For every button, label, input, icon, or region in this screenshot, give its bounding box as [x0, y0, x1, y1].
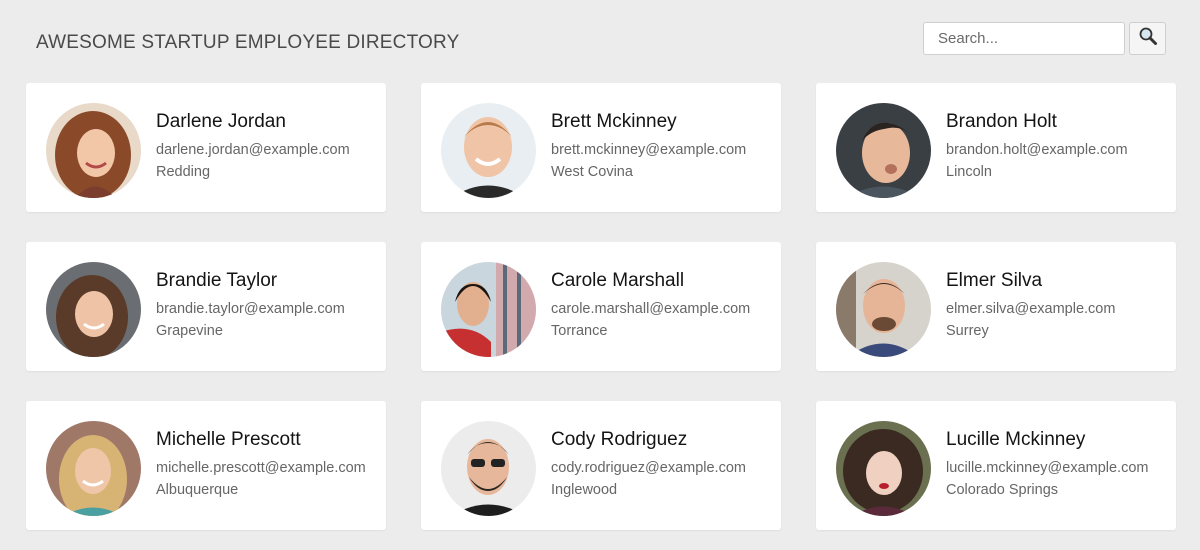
employee-directory-page: AWESOME STARTUP EMPLOYEE DIRECTORY Searc… — [0, 0, 1200, 550]
employee-card[interactable]: Darlene Jordan darlene.jordan@example.co… — [26, 83, 386, 212]
page-title: AWESOME STARTUP EMPLOYEE DIRECTORY — [36, 32, 460, 53]
employee-city: Surrey — [946, 323, 989, 339]
employee-email: carole.marshall@example.com — [551, 301, 751, 317]
avatar — [836, 421, 931, 516]
search-button[interactable] — [1129, 22, 1166, 55]
employee-name: Brett Mckinney — [551, 111, 677, 132]
employee-name: Brandie Taylor — [156, 270, 278, 291]
employee-city: Lincoln — [946, 164, 992, 180]
employee-name: Michelle Prescott — [156, 429, 301, 450]
employee-card[interactable]: Carole Marshall carole.marshall@example.… — [421, 242, 781, 371]
employee-city: West Covina — [551, 164, 633, 180]
employee-card[interactable]: Lucille Mckinney lucille.mckinney@exampl… — [816, 401, 1176, 530]
avatar — [441, 421, 536, 516]
employee-city: Inglewood — [551, 482, 618, 498]
avatar — [441, 262, 536, 357]
employee-email: lucille.mckinney@example.com — [946, 460, 1149, 476]
employee-email: brett.mckinney@example.com — [551, 142, 747, 158]
avatar — [46, 103, 141, 198]
avatar — [441, 103, 536, 198]
employee-card[interactable]: Cody Rodriguez cody.rodriguez@example.co… — [421, 401, 781, 530]
employee-grid: Darlene Jordan darlene.jordan@example.co… — [26, 83, 1176, 530]
employee-name: Lucille Mckinney — [946, 429, 1086, 450]
header: AWESOME STARTUP EMPLOYEE DIRECTORY — [0, 0, 1200, 82]
employee-email: elmer.silva@example.com — [946, 301, 1116, 317]
employee-email: brandon.holt@example.com — [946, 142, 1128, 158]
employee-name: Carole Marshall — [551, 270, 685, 291]
employee-city: Albuquerque — [156, 482, 239, 498]
employee-email: michelle.prescott@example.com — [156, 460, 366, 476]
employee-card[interactable]: Elmer Silva elmer.silva@example.com Surr… — [816, 242, 1176, 371]
employee-email: brandie.taylor@example.com — [156, 301, 345, 317]
employee-card[interactable]: Michelle Prescott michelle.prescott@exam… — [26, 401, 386, 530]
avatar — [836, 103, 931, 198]
employee-email: cody.rodriguez@example.com — [551, 460, 746, 476]
employee-city: Torrance — [551, 323, 608, 339]
employee-card[interactable]: Brandie Taylor brandie.taylor@example.co… — [26, 242, 386, 371]
employee-card[interactable]: Brandon Holt brandon.holt@example.com Li… — [816, 83, 1176, 212]
employee-city: Redding — [156, 164, 211, 180]
employee-name: Cody Rodriguez — [551, 429, 688, 450]
employee-city: Grapevine — [156, 323, 223, 339]
employee-name: Darlene Jordan — [156, 111, 286, 132]
avatar — [46, 262, 141, 357]
employee-email: darlene.jordan@example.com — [156, 142, 350, 158]
employee-card[interactable]: Brett Mckinney brett.mckinney@example.co… — [421, 83, 781, 212]
employee-name: Elmer Silva — [946, 270, 1043, 291]
magnifying-glass-icon — [1138, 26, 1158, 51]
search-input[interactable] — [923, 22, 1125, 55]
avatar — [46, 421, 141, 516]
avatar — [836, 262, 931, 357]
employee-name: Brandon Holt — [946, 111, 1057, 132]
employee-city: Colorado Springs — [946, 482, 1059, 498]
